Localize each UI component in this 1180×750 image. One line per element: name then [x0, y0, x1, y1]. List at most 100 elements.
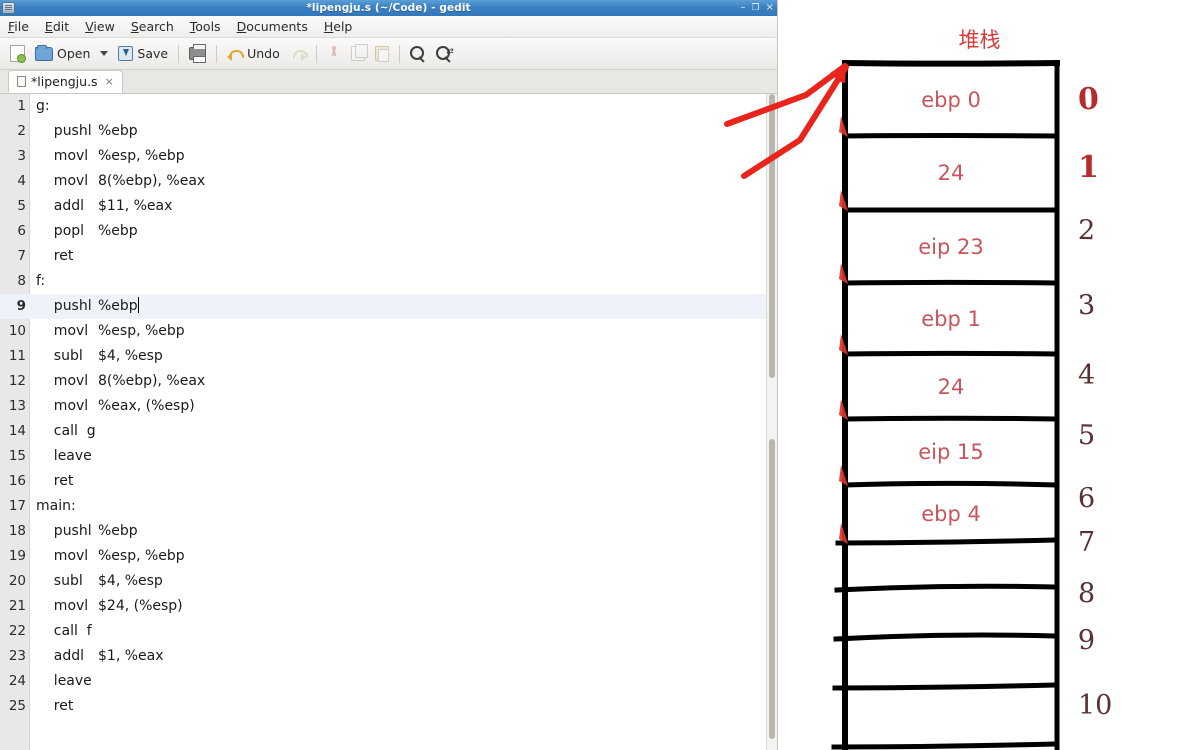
code-text-area[interactable]: 1 g: 2 pushl %ebp 3 movl %esp, %ebp 4 movl 8(%e…	[0, 94, 766, 750]
code-line[interactable]: 1 g:	[0, 94, 766, 119]
line-text: movl %eax, (%esp)	[30, 394, 195, 419]
editor-vertical-scrollbar[interactable]	[766, 94, 777, 750]
tab-label: *lipengju.s	[31, 74, 98, 89]
line-text: main:	[36, 498, 76, 514]
menu-view[interactable]: View	[85, 19, 115, 34]
instruction-operands: %esp, %ebp	[98, 548, 185, 564]
instruction-operands: %esp, %ebp	[98, 148, 185, 164]
instruction-operands: %ebp	[98, 223, 138, 239]
line-text: ret	[30, 469, 98, 494]
code-line[interactable]: 11 subl $4, %esp	[0, 344, 766, 369]
new-document-button[interactable]	[6, 43, 29, 64]
row-number: 1	[1078, 150, 1099, 185]
tab-lipengju-s[interactable]: *lipengju.s ×	[8, 70, 123, 93]
tab-strip: *lipengju.s ×	[0, 70, 777, 94]
find-button[interactable]	[406, 44, 430, 64]
line-text: g:	[36, 98, 50, 114]
chevron-down-icon	[100, 51, 109, 56]
code-line[interactable]: 23 addl $1, %eax	[0, 644, 766, 669]
undo-button[interactable]: Undo	[223, 44, 284, 63]
code-line[interactable]: 3 movl %esp, %ebp	[0, 144, 766, 169]
instruction-mnemonic: movl	[36, 323, 89, 339]
menu-file[interactable]: File	[8, 19, 29, 34]
code-line[interactable]: 6 popl %ebp	[0, 219, 766, 244]
code-line[interactable]: 14 call g	[0, 419, 766, 444]
code-line[interactable]: 17 main:	[0, 494, 766, 519]
instruction-operands: 8(%ebp), %eax	[98, 173, 206, 189]
menu-help[interactable]: Help	[324, 19, 353, 34]
code-line[interactable]: 16 ret	[0, 469, 766, 494]
line-number: 21	[8, 598, 26, 614]
code-line[interactable]: 21 movl $24, (%esp)	[0, 594, 766, 619]
redo-icon	[290, 47, 308, 61]
window-title: *lipengju.s (~/Code) - gedit	[306, 2, 471, 14]
code-line[interactable]: 19 movl %esp, %ebp	[0, 544, 766, 569]
minimize-icon[interactable]: –	[741, 3, 746, 13]
line-text: pushl %ebp	[30, 294, 139, 319]
line-text: movl $24, (%esp)	[30, 594, 183, 619]
paste-button[interactable]	[371, 44, 393, 63]
code-editor[interactable]: 1 g: 2 pushl %ebp 3 movl %esp, %ebp 4 movl 8(%e…	[0, 94, 777, 750]
code-line[interactable]: 20 subl $4, %esp	[0, 569, 766, 594]
maximize-icon[interactable]: ❐	[752, 3, 760, 13]
instruction-mnemonic: ret	[36, 248, 74, 264]
instruction-mnemonic: subl	[36, 573, 83, 589]
code-line[interactable]: 18 pushl %ebp	[0, 519, 766, 544]
row-number: 9	[1077, 624, 1096, 657]
code-line[interactable]: 7 ret	[0, 244, 766, 269]
close-icon[interactable]: ×	[766, 3, 774, 13]
copy-button[interactable]	[347, 44, 369, 63]
row-number: 2	[1077, 214, 1096, 247]
scrollbar-thumb-upper[interactable]	[769, 94, 775, 378]
instruction-mnemonic: subl	[36, 348, 83, 364]
toolbar-separator-3	[315, 44, 317, 63]
scrollbar-thumb-lower[interactable]	[769, 439, 775, 739]
code-line[interactable]: 15 leave	[0, 444, 766, 469]
code-line[interactable]: 9 pushl %ebp	[0, 294, 766, 319]
code-line[interactable]: 2 pushl %ebp	[0, 119, 766, 144]
window-titlebar: *lipengju.s (~/Code) - gedit – ❐ ×	[0, 0, 777, 16]
line-text: addl $1, %eax	[30, 644, 164, 669]
new-document-icon	[10, 45, 26, 63]
row-number: 6	[1077, 482, 1096, 515]
code-line[interactable]: 4 movl 8(%ebp), %eax	[0, 169, 766, 194]
menu-tools[interactable]: Tools	[190, 19, 221, 34]
stack-cell: eip 15	[918, 440, 984, 464]
instruction-mnemonic: movl	[36, 598, 89, 614]
line-text: call g	[30, 419, 98, 444]
code-line[interactable]: 12 movl 8(%ebp), %eax	[0, 369, 766, 394]
undo-button-label: Undo	[247, 46, 280, 61]
code-line[interactable]: 24 leave	[0, 669, 766, 694]
cut-button[interactable]	[323, 44, 345, 63]
code-line[interactable]: 22 call f	[0, 619, 766, 644]
save-button[interactable]: Save	[114, 44, 172, 63]
menubar: File Edit View Search Tools Documents He…	[0, 16, 777, 38]
code-line[interactable]: 10 movl %esp, %ebp	[0, 319, 766, 344]
line-number: 11	[8, 348, 26, 364]
code-line[interactable]: 8 f:	[0, 269, 766, 294]
stack-cell: ebp 4	[921, 502, 981, 526]
instruction-mnemonic: pushl	[36, 298, 92, 314]
row-number: 4	[1078, 360, 1096, 391]
redo-button[interactable]	[286, 45, 310, 62]
line-text: movl 8(%ebp), %eax	[30, 169, 205, 194]
code-line[interactable]: 13 movl %eax, (%esp)	[0, 394, 766, 419]
line-text: leave	[30, 444, 98, 469]
menu-edit[interactable]: Edit	[45, 19, 69, 34]
search-icon	[409, 45, 426, 62]
stack-cell	[845, 639, 1057, 688]
stack-diagram-panel: 堆栈 ebp 0 24 eip 23 ebp 1 24 eip 15 ebp 4 0 1 2 3 4…	[779, 0, 1180, 750]
tab-close-icon[interactable]: ×	[105, 75, 114, 88]
code-line[interactable]: 25 ret	[0, 694, 766, 719]
print-button[interactable]	[185, 44, 210, 63]
code-line[interactable]: 5 addl $11, %eax	[0, 194, 766, 219]
text-cursor	[137, 297, 139, 313]
find-replace-button[interactable]: ⇄	[432, 44, 458, 64]
instruction-mnemonic: leave	[36, 673, 92, 689]
instruction-operands: %eax, (%esp)	[98, 398, 195, 414]
open-dropdown-button[interactable]	[96, 49, 112, 58]
menu-documents[interactable]: Documents	[237, 19, 308, 34]
open-button[interactable]: Open	[31, 44, 94, 63]
menu-search[interactable]: Search	[131, 19, 174, 34]
instruction-operands: $4, %esp	[98, 573, 163, 589]
